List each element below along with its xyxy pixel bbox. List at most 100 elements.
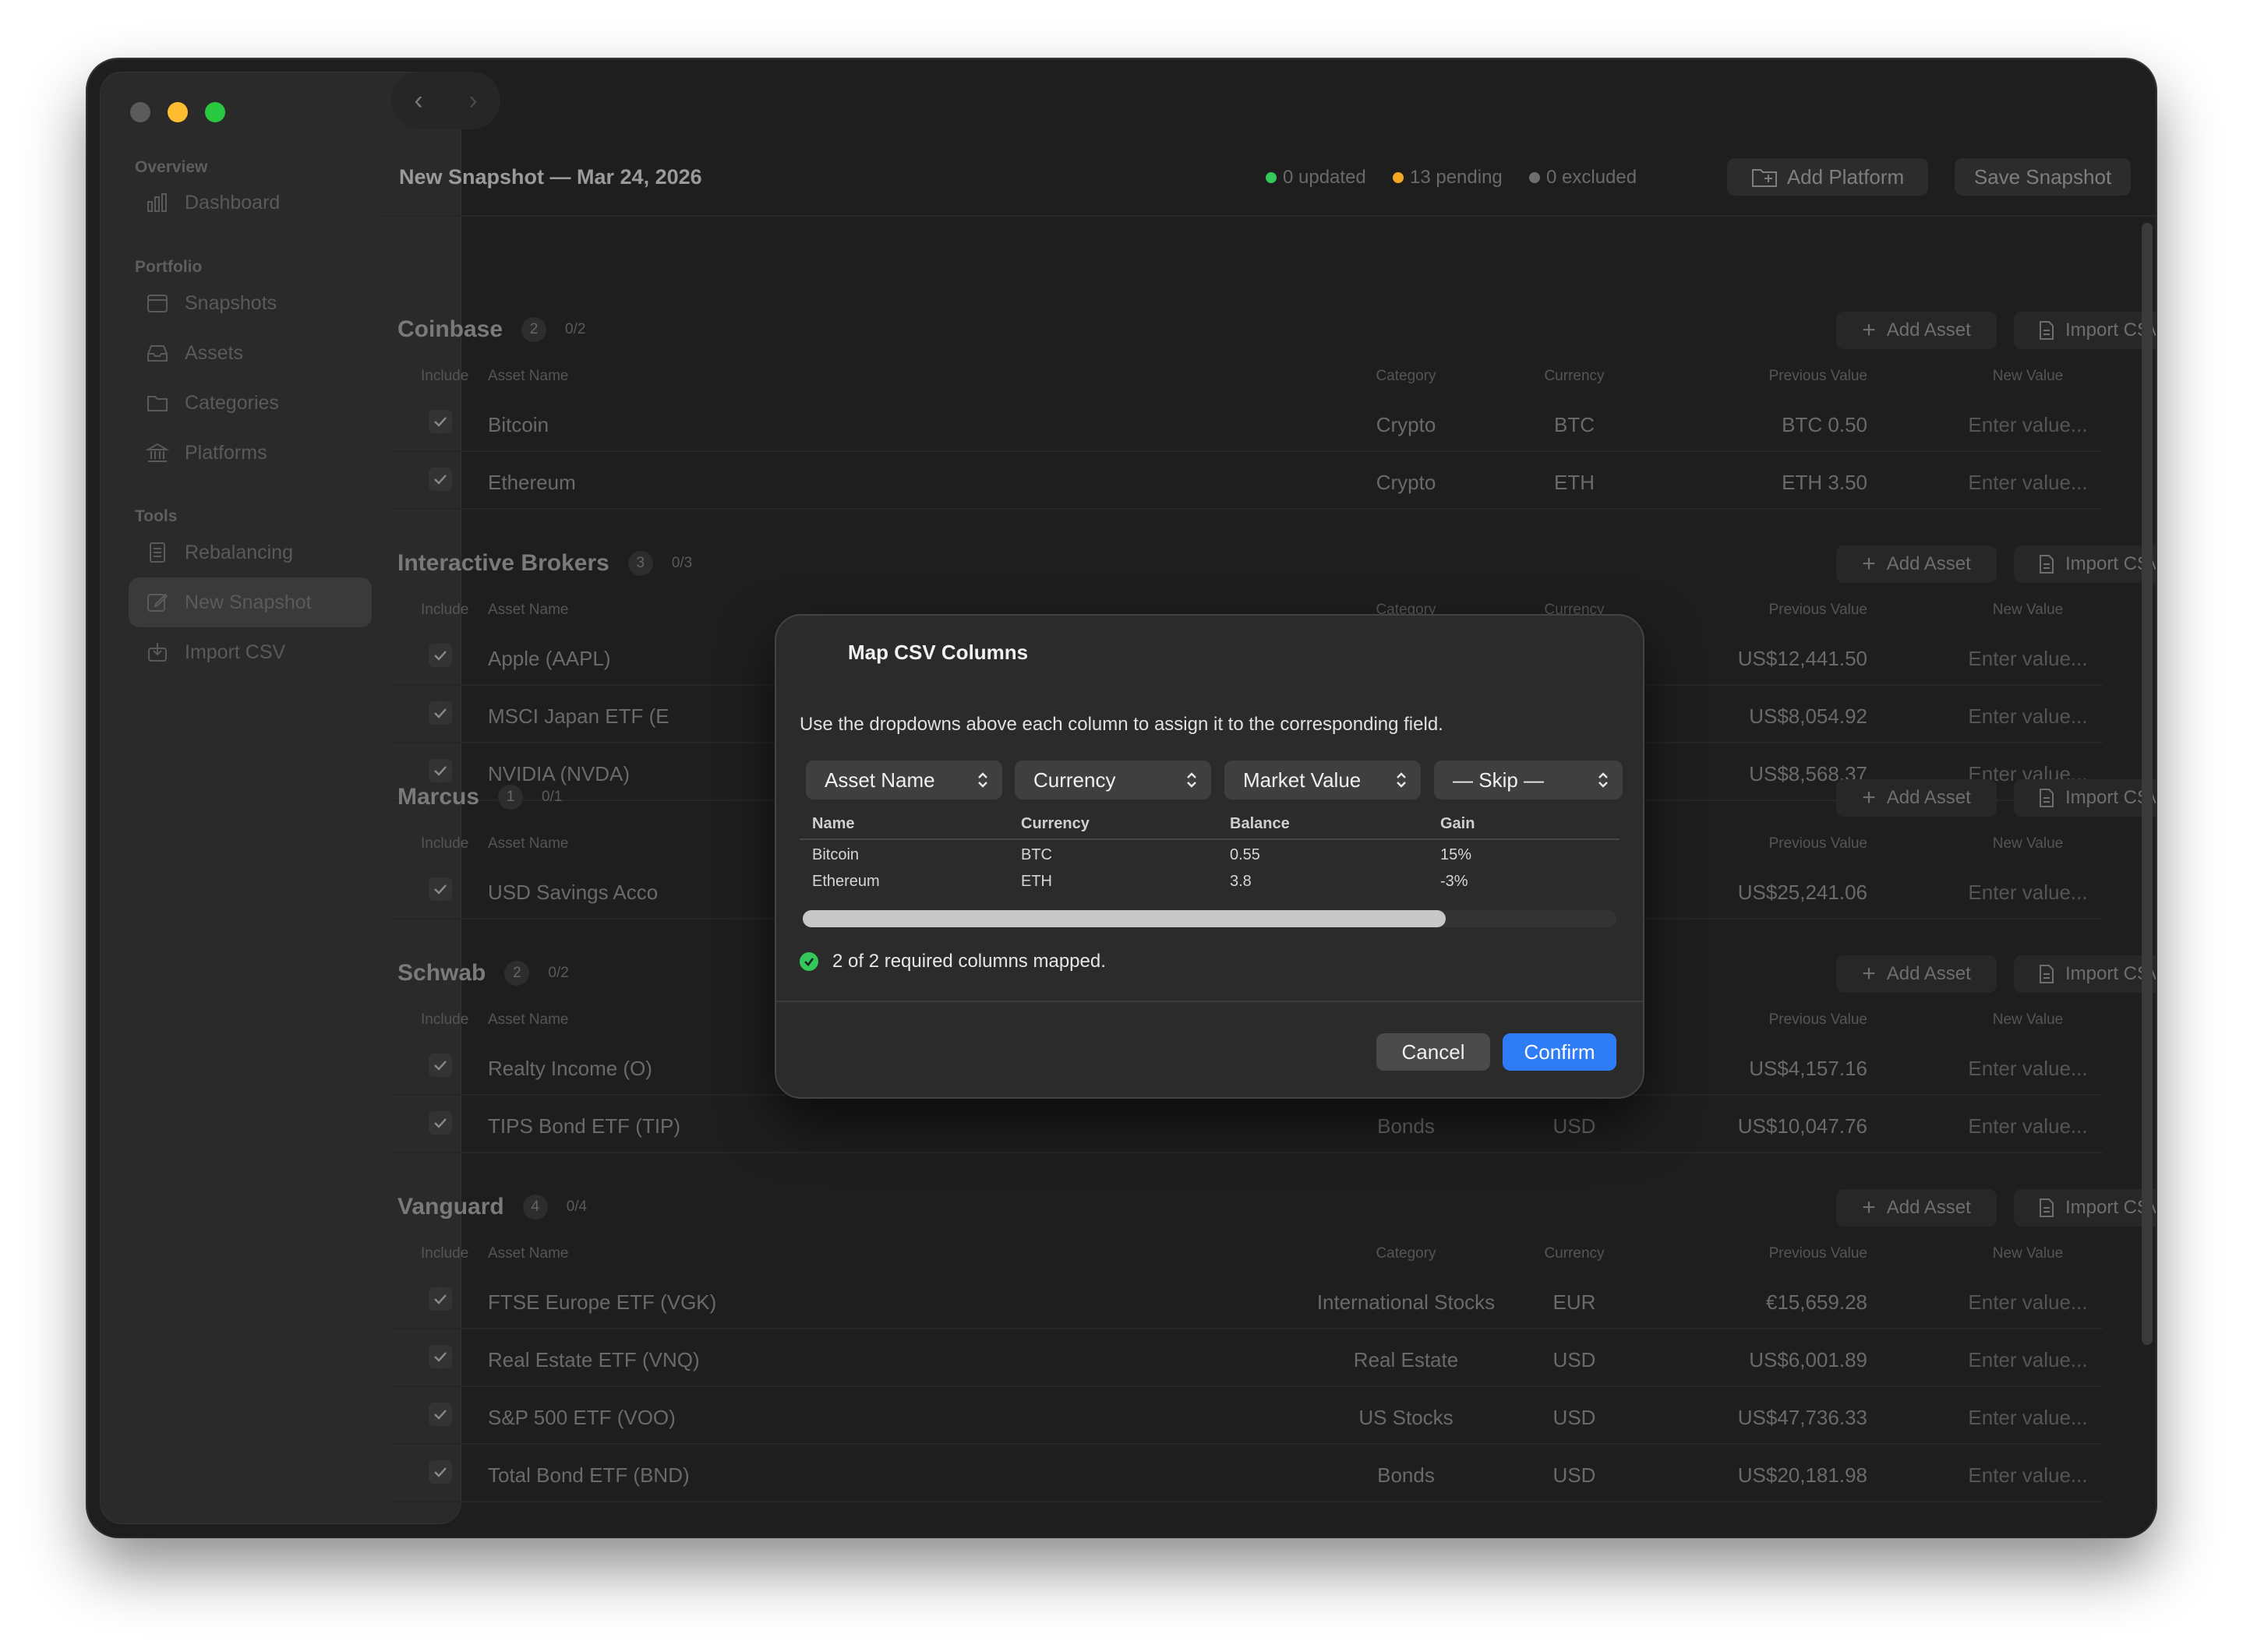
include-checkbox[interactable] xyxy=(429,1345,452,1368)
new-value-input[interactable]: Enter value... xyxy=(1927,1348,2129,1372)
preview-cell: Ethereum xyxy=(812,873,880,890)
import-csv-button[interactable]: Import CSV xyxy=(2014,1189,2156,1227)
new-value-input[interactable]: Enter value... xyxy=(1927,1057,2129,1081)
import-csv-button[interactable]: Import CSV xyxy=(2014,545,2156,583)
new-value-input[interactable]: Enter value... xyxy=(1927,1290,2129,1315)
platform-title: Marcus 1 0/1 xyxy=(397,784,562,810)
asset-count-badge: 2 xyxy=(521,317,547,342)
new-value-input[interactable]: Enter value... xyxy=(1927,1114,2129,1138)
add-asset-button[interactable]: + Add Asset xyxy=(1836,1189,1997,1227)
add-platform-button[interactable]: Add Platform xyxy=(1727,158,1928,196)
preview-header-4: Gain xyxy=(1440,815,1475,832)
new-value-input[interactable]: Enter value... xyxy=(1927,1406,2129,1430)
new-value-input[interactable]: Enter value... xyxy=(1927,647,2129,671)
add-asset-button[interactable]: + Add Asset xyxy=(1836,545,1997,583)
import-csv-button[interactable]: Import CSV xyxy=(2014,312,2156,349)
previous-value: €15,659.28 xyxy=(1765,1290,1867,1314)
import-csv-button[interactable]: Import CSV xyxy=(2014,779,2156,817)
progress-count: 0/4 xyxy=(566,1198,588,1215)
include-checkbox[interactable] xyxy=(429,468,452,491)
sidebar-item-import-csv[interactable]: Import CSV xyxy=(129,627,372,677)
new-value-input[interactable]: Enter value... xyxy=(1927,413,2129,437)
include-checkbox[interactable] xyxy=(429,1403,452,1426)
sidebar-item-assets[interactable]: Assets xyxy=(129,328,372,378)
include-checkbox[interactable] xyxy=(429,1111,452,1135)
include-checkbox[interactable] xyxy=(429,1460,452,1484)
import-csv-button[interactable]: Import CSV xyxy=(2014,955,2156,993)
add-asset-button[interactable]: + Add Asset xyxy=(1836,779,1997,817)
previous-value: ETH 3.50 xyxy=(1782,471,1867,494)
new-value-input[interactable]: Enter value... xyxy=(1927,471,2129,495)
column-header-new-value: New Value xyxy=(1992,835,2064,852)
status-dot-orange xyxy=(1393,172,1404,183)
sidebar-item-rebalancing[interactable]: Rebalancing xyxy=(129,528,372,577)
checkmark-icon xyxy=(434,417,447,427)
new-value-input[interactable]: Enter value... xyxy=(1927,704,2129,729)
column-header-include: Include xyxy=(421,602,469,618)
include-checkbox[interactable] xyxy=(429,1054,452,1077)
add-asset-button[interactable]: + Add Asset xyxy=(1836,955,1997,993)
preview-header-divider xyxy=(800,838,1620,840)
status-pending: 13 pending xyxy=(1393,167,1503,189)
progress-count: 0/2 xyxy=(548,965,569,981)
include-checkbox[interactable] xyxy=(429,759,452,782)
column-2-select[interactable]: Currency xyxy=(1015,761,1211,800)
preview-scroll-thumb[interactable] xyxy=(803,910,1446,927)
bank-icon xyxy=(146,443,169,462)
sidebar-item-platforms[interactable]: Platforms xyxy=(129,428,372,478)
calendar-icon xyxy=(147,295,168,312)
sidebar-item-new-snapshot[interactable]: New Snapshot xyxy=(129,577,372,627)
include-checkbox[interactable] xyxy=(429,701,452,725)
add-asset-label: Add Asset xyxy=(1886,1197,1971,1218)
dialog-description: Use the dropdowns above each column to a… xyxy=(800,714,1443,735)
vertical-scrollbar[interactable] xyxy=(2142,223,2153,1345)
include-checkbox[interactable] xyxy=(429,877,452,901)
column-1-select[interactable]: Asset Name xyxy=(806,761,1002,800)
asset-name: MSCI Japan ETF (E xyxy=(488,704,669,728)
new-value-input[interactable]: Enter value... xyxy=(1927,881,2129,905)
confirm-button[interactable]: Confirm xyxy=(1503,1033,1616,1071)
column-header-asset-name: Asset Name xyxy=(488,602,569,618)
previous-value: US$20,181.98 xyxy=(1737,1463,1867,1487)
previous-value: US$47,736.33 xyxy=(1737,1406,1867,1429)
close-window-button[interactable] xyxy=(130,102,150,122)
asset-name: Apple (AAPL) xyxy=(488,647,611,670)
asset-category: Real Estate xyxy=(1353,1348,1459,1371)
save-snapshot-label: Save Snapshot xyxy=(1973,164,2112,189)
sidebar-item-label: Import CSV xyxy=(185,641,286,663)
new-value-input[interactable]: Enter value... xyxy=(1927,1463,2129,1488)
asset-name: Total Bond ETF (BND) xyxy=(488,1463,690,1487)
platform-title: Schwab 2 0/2 xyxy=(397,960,569,987)
asset-category: US Stocks xyxy=(1358,1406,1454,1429)
mapping-status-text: 2 of 2 required columns mapped. xyxy=(832,951,1106,972)
column-4-select[interactable]: — Skip — xyxy=(1434,761,1623,800)
status-dot-gray xyxy=(1529,172,1540,183)
sidebar-item-categories[interactable]: Categories xyxy=(129,378,372,428)
previous-value: US$10,047.76 xyxy=(1737,1114,1867,1138)
column-3-select[interactable]: Market Value xyxy=(1224,761,1421,800)
asset-name: Bitcoin xyxy=(488,413,549,436)
back-chevron-icon[interactable]: ‹ xyxy=(414,86,422,116)
asset-currency: ETH xyxy=(1554,471,1595,494)
preview-cell: Bitcoin xyxy=(812,846,860,863)
asset-currency: USD xyxy=(1552,1348,1596,1371)
forward-chevron-icon[interactable]: › xyxy=(468,86,477,116)
platform-name: Coinbase xyxy=(397,316,503,342)
include-checkbox[interactable] xyxy=(429,644,452,667)
include-checkbox[interactable] xyxy=(429,1287,452,1311)
column-header-include: Include xyxy=(421,1011,469,1028)
plus-icon: + xyxy=(1862,551,1876,577)
column-header-new-value: New Value xyxy=(1992,1245,2064,1262)
asset-name: USD Savings Acco xyxy=(488,881,659,904)
sidebar-item-snapshots[interactable]: Snapshots xyxy=(129,278,372,328)
platform-title: Vanguard 4 0/4 xyxy=(397,1194,587,1220)
include-checkbox[interactable] xyxy=(429,410,452,433)
add-asset-button[interactable]: + Add Asset xyxy=(1836,312,1997,349)
zoom-window-button[interactable] xyxy=(205,102,225,122)
sidebar-item-dashboard[interactable]: Dashboard xyxy=(129,178,372,228)
save-snapshot-button[interactable]: Save Snapshot xyxy=(1955,158,2131,196)
progress-count: 0/2 xyxy=(565,321,586,337)
plus-icon: + xyxy=(1862,785,1876,810)
minimize-window-button[interactable] xyxy=(168,102,188,122)
cancel-button[interactable]: Cancel xyxy=(1376,1033,1490,1071)
